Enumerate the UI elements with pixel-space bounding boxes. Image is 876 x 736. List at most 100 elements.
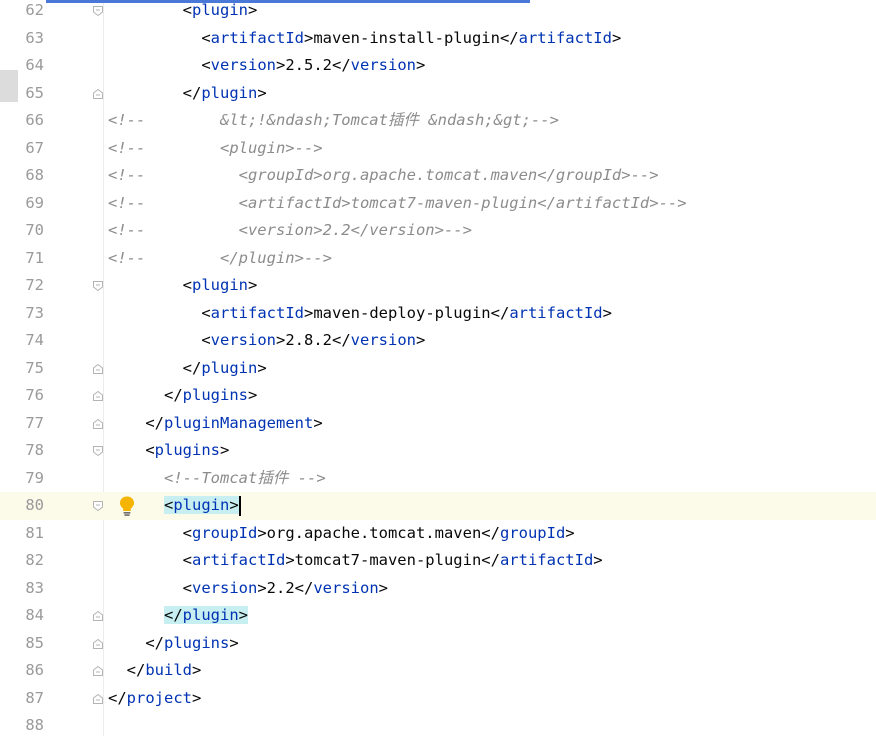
code-line[interactable]: 72 <plugin> — [0, 272, 876, 300]
fold-close-icon[interactable] — [92, 390, 104, 402]
code-text[interactable]: <!-- <plugin>--> — [108, 135, 323, 163]
code-line[interactable]: 88 — [0, 712, 876, 736]
code-line[interactable]: 75 </plugin> — [0, 355, 876, 383]
code-line[interactable]: 65 </plugin> — [0, 80, 876, 108]
fold-open-icon[interactable] — [92, 445, 104, 457]
code-text[interactable]: <!-- <version>2.2</version>--> — [108, 217, 472, 245]
xml-tag-name: artifactId — [518, 28, 612, 47]
xml-tag-name: plugin — [182, 606, 239, 624]
code-line[interactable]: 79 <!--Tomcat插件 --> — [0, 465, 876, 493]
line-number: 71 — [25, 248, 44, 267]
code-token: >tomcat7-maven-plugin</ — [285, 551, 500, 569]
code-text[interactable]: <version>2.8.2</version> — [108, 327, 425, 355]
code-token: < — [201, 56, 211, 74]
code-text[interactable]: </project> — [108, 685, 201, 713]
fold-close-icon[interactable] — [92, 665, 104, 677]
fold-close-icon[interactable] — [92, 88, 104, 100]
xml-tag-name: plugins — [154, 441, 220, 459]
code-line[interactable]: 76 </plugins> — [0, 382, 876, 410]
code-line[interactable]: 84 </plugin> — [0, 602, 876, 630]
code-text[interactable]: </plugin> — [108, 80, 267, 108]
code-text[interactable]: <plugin> — [108, 272, 258, 300]
code-text[interactable]: <!--Tomcat插件 --> — [108, 465, 326, 493]
code-text[interactable]: </pluginManagement> — [108, 410, 322, 438]
code-text[interactable]: <!-- &lt;!&ndash;Tomcat插件 &ndash;&gt;--> — [108, 107, 559, 135]
code-text[interactable]: <artifactId>tomcat7-maven-plugin</artifa… — [108, 547, 603, 575]
code-text[interactable]: </build> — [108, 657, 202, 685]
fold-close-icon[interactable] — [92, 693, 104, 705]
code-text[interactable]: <plugin> — [108, 0, 258, 25]
xml-tag-name: project — [126, 688, 192, 707]
code-text[interactable]: </plugin> — [108, 602, 249, 630]
code-text[interactable]: <!-- </plugin>--> — [108, 245, 332, 273]
code-token: < — [201, 331, 211, 349]
code-line[interactable]: 67 <!-- <plugin>--> — [0, 135, 876, 163]
code-text[interactable]: </plugin> — [108, 355, 267, 383]
code-token: </ — [126, 661, 146, 679]
code-token: </ — [182, 83, 202, 102]
code-editor[interactable]: 62 <plugin> 63 <artifactId>maven-install-… — [0, 0, 876, 736]
code-token: > — [602, 303, 612, 322]
line-number: 73 — [25, 303, 44, 322]
code-line[interactable]: 62 <plugin> — [0, 0, 876, 25]
code-line[interactable]: 66 <!-- &lt;!&ndash;Tomcat插件 &ndash;&gt;-… — [0, 107, 876, 135]
code-line[interactable]: 77 </pluginManagement> — [0, 410, 876, 438]
code-text[interactable]: <!-- <artifactId>tomcat7-maven-plugin</a… — [108, 190, 687, 218]
code-text[interactable]: <artifactId>maven-install-plugin</artifa… — [108, 25, 621, 53]
code-text[interactable]: <plugin> — [108, 492, 241, 520]
code-line[interactable]: 78 <plugins> — [0, 437, 876, 465]
code-token: < — [201, 303, 211, 322]
xml-tag-name: artifactId — [192, 551, 286, 569]
code-text[interactable]: </plugins> — [108, 630, 239, 658]
line-number: 77 — [25, 413, 44, 432]
fold-open-icon[interactable] — [92, 5, 104, 17]
code-line[interactable]: 85 </plugins> — [0, 630, 876, 658]
editor-lines[interactable]: 62 <plugin> 63 <artifactId>maven-install-… — [0, 0, 876, 736]
code-line[interactable]: 74 <version>2.8.2</version> — [0, 327, 876, 355]
fold-close-icon[interactable] — [92, 610, 104, 622]
code-line[interactable]: 71 <!-- </plugin>--> — [0, 245, 876, 273]
code-text[interactable]: <!-- <groupId>org.apache.tomcat.maven</g… — [108, 162, 659, 190]
line-number: 82 — [25, 551, 44, 569]
fold-close-icon[interactable] — [92, 638, 104, 650]
code-token: < — [182, 1, 192, 19]
code-line[interactable]: 64 <version>2.5.2</version> — [0, 52, 876, 80]
code-token: </ — [164, 606, 183, 624]
code-token: > — [229, 633, 239, 652]
code-token: > — [248, 1, 258, 19]
fold-close-icon[interactable] — [92, 363, 104, 375]
code-token: >2.8.2</ — [276, 331, 351, 349]
fold-open-icon[interactable] — [92, 500, 104, 512]
code-text[interactable]: </plugins> — [108, 382, 257, 410]
code-line[interactable]: 82 <artifactId>tomcat7-maven-plugin</art… — [0, 547, 876, 575]
code-text[interactable]: <version>2.2</version> — [108, 575, 388, 603]
code-line[interactable]: 83 <version>2.2</version> — [0, 575, 876, 603]
fold-open-icon[interactable] — [92, 280, 104, 292]
code-line[interactable]: 86 </build> — [0, 657, 876, 685]
xml-tag-name: version — [350, 56, 416, 74]
line-number: 62 — [25, 1, 44, 19]
code-text[interactable]: <groupId>org.apache.tomcat.maven</groupI… — [108, 520, 575, 548]
code-token: < — [201, 28, 211, 47]
code-text[interactable]: <artifactId>maven-deploy-plugin</artifac… — [108, 300, 612, 328]
code-line[interactable]: 69 <!-- <artifactId>tomcat7-maven-plugin<… — [0, 190, 876, 218]
code-line[interactable]: 73 <artifactId>maven-deploy-plugin</arti… — [0, 300, 876, 328]
code-line[interactable]: 81 <groupId>org.apache.tomcat.maven</gro… — [0, 520, 876, 548]
xml-tag-name: groupId — [499, 523, 566, 542]
code-line[interactable]: 80 <plugin> — [0, 492, 876, 520]
code-token: </ — [164, 386, 183, 404]
code-text[interactable]: <plugins> — [108, 437, 229, 465]
xml-tag-name: plugin — [192, 276, 248, 294]
code-line[interactable]: 68 <!-- <groupId>org.apache.tomcat.maven<… — [0, 162, 876, 190]
fold-close-icon[interactable] — [92, 418, 104, 430]
code-line[interactable]: 87 </project> — [0, 685, 876, 713]
code-line[interactable]: 70 <!-- <version>2.2</version>--> — [0, 217, 876, 245]
code-text[interactable]: <version>2.5.2</version> — [108, 52, 425, 80]
code-line[interactable]: 63 <artifactId>maven-install-plugin</art… — [0, 25, 876, 53]
